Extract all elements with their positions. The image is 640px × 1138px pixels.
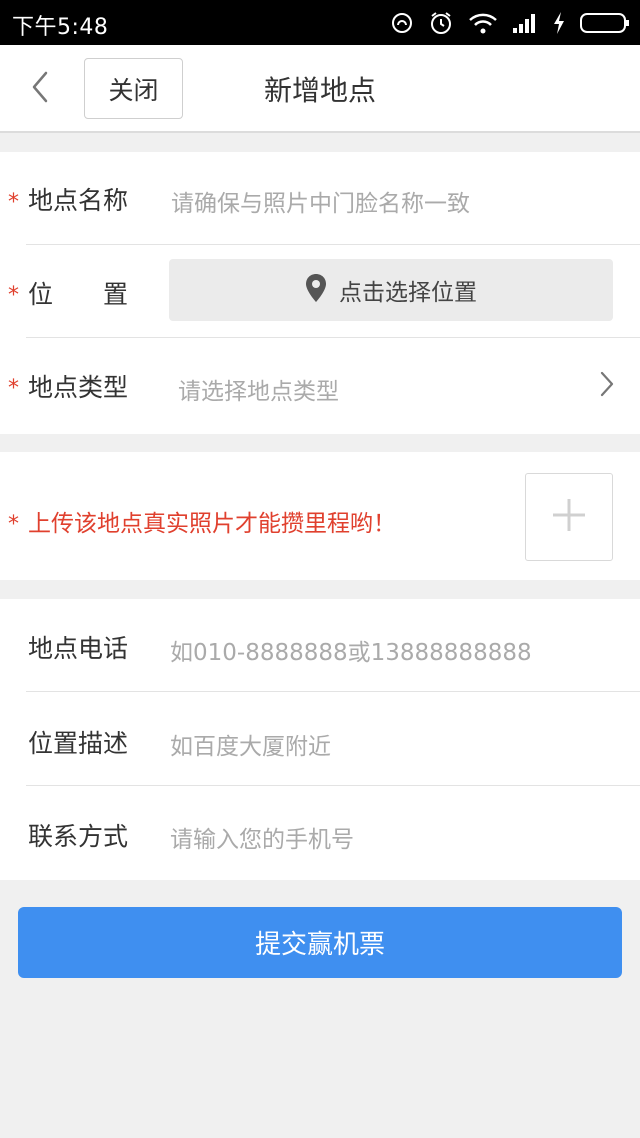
name-input[interactable]: 请确保与照片中门脸名称一致 — [171, 184, 470, 218]
required-mark: * — [8, 376, 19, 401]
select-location-button[interactable]: 点击选择位置 — [169, 259, 613, 321]
divider — [26, 244, 640, 245]
contact-input[interactable]: 请输入您的手机号 — [170, 820, 354, 854]
battery-icon — [580, 12, 630, 34]
phone-row[interactable]: 地点电话 如010-8888888或13888888888 — [0, 599, 640, 692]
status-bar: 下午5:48 — [0, 0, 640, 45]
required-mark: * — [8, 190, 19, 215]
type-select[interactable]: 请选择地点类型 — [178, 372, 339, 406]
photo-upload-tip: 上传该地点真实照片才能攒里程哟！ — [28, 511, 396, 537]
description-row[interactable]: 位置描述 如百度大厦附近 — [0, 692, 640, 785]
add-photo-button[interactable] — [525, 473, 613, 561]
phone-label: 地点电话 — [28, 634, 129, 663]
name-label: 地点名称 — [28, 186, 129, 215]
phone-input[interactable]: 如010-8888888或13888888888 — [170, 633, 532, 667]
description-label: 位置描述 — [28, 729, 129, 758]
type-row[interactable]: * 地点类型 请选择地点类型 — [0, 338, 640, 431]
location-info-card: * 地点名称 请确保与照片中门脸名称一致 * 位 置 点击选择位置 * 地点类型… — [0, 152, 640, 434]
status-icons — [390, 8, 630, 38]
description-input[interactable]: 如百度大厦附近 — [170, 727, 331, 761]
status-time: 下午5:48 — [12, 15, 109, 40]
wifi-icon — [468, 11, 498, 35]
location-label: 位 置 — [28, 280, 129, 309]
alarm-clock-icon — [428, 10, 454, 36]
signal-icon — [512, 12, 538, 34]
photo-upload-card: * 上传该地点真实照片才能攒里程哟！ — [0, 452, 640, 580]
required-mark: * — [8, 283, 19, 308]
type-label: 地点类型 — [28, 373, 129, 402]
contact-label: 联系方式 — [28, 822, 129, 851]
nav-bar: 关闭 新增地点 — [0, 45, 640, 133]
name-row[interactable]: * 地点名称 请确保与照片中门脸名称一致 — [0, 152, 640, 245]
contact-row[interactable]: 联系方式 请输入您的手机号 — [0, 786, 640, 879]
alarm-sync-icon — [390, 11, 414, 35]
select-location-label: 点击选择位置 — [339, 280, 477, 306]
contact-info-card: 地点电话 如010-8888888或13888888888 位置描述 如百度大厦… — [0, 599, 640, 880]
map-pin-icon — [305, 273, 327, 307]
plus-icon — [551, 497, 587, 537]
submit-button[interactable]: 提交赢机票 — [18, 907, 622, 978]
charging-icon — [552, 11, 566, 35]
page-title: 新增地点 — [263, 74, 376, 107]
chevron-right-icon — [600, 371, 614, 401]
required-mark: * — [8, 512, 19, 537]
